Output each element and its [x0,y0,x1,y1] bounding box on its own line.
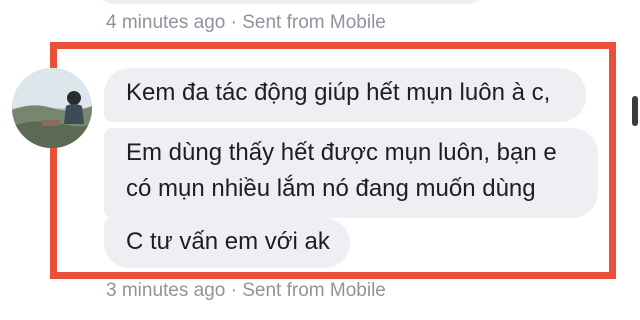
message-2-line-2: có mụn nhiều lắm nó đang muốn dùng [126,175,536,202]
message-bubble-2[interactable]: Em dùng thấy hết được mụn luôn, bạn e có… [104,128,598,218]
sender-avatar[interactable] [12,68,92,148]
message-bubble-1[interactable]: Kem đa tác động giúp hết mụn luôn à c, [104,68,586,122]
next-message-meta: 3 minutes ago · Sent from Mobile [106,280,386,301]
message-1-text: Kem đa tác động giúp hết mụn luôn à c, [126,79,551,106]
scrollbar-thumb[interactable] [632,96,638,126]
previous-message-meta: 4 minutes ago · Sent from Mobile [106,12,386,33]
message-2-line-1: Em dùng thấy hết được mụn luôn, bạn e [126,139,557,166]
previous-message-bubble-edge [96,0,486,4]
message-bubble-3[interactable]: C tư vấn em với ak [104,218,350,268]
avatar-photo-icon [12,68,92,148]
message-3-text: C tư vấn em với ak [126,228,330,255]
